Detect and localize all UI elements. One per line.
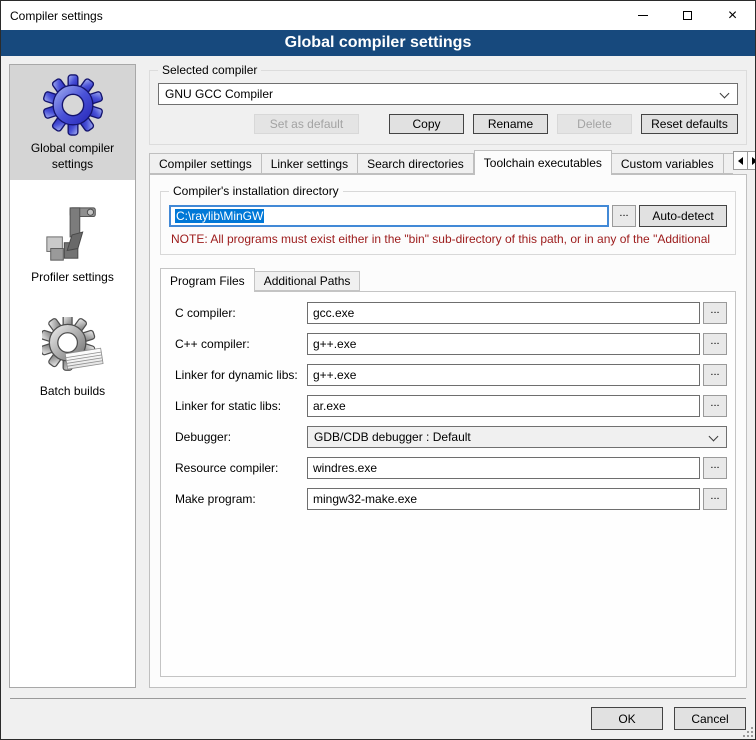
dynamic-linker-label: Linker for dynamic libs:	[175, 368, 307, 382]
dialog-content: Global compiler settings Profiler settin…	[1, 56, 755, 698]
static-linker-value: ar.exe	[313, 399, 346, 413]
c-compiler-value: gcc.exe	[313, 306, 354, 320]
resource-compiler-value: windres.exe	[313, 461, 377, 475]
title-bar: Compiler settings ×	[1, 1, 755, 30]
arrow-right-icon	[752, 157, 756, 165]
cpp-compiler-row: C++ compiler: g++.exe ...	[175, 333, 727, 355]
tab-linker-settings[interactable]: Linker settings	[262, 153, 358, 174]
debugger-label: Debugger:	[175, 430, 307, 444]
tab-scroll-controls	[733, 151, 756, 170]
make-program-input[interactable]: mingw32-make.exe	[307, 488, 700, 510]
installation-directory-row: C:\raylib\MinGW ... Auto-detect	[169, 205, 727, 227]
sidebar-item-label: Profiler settings	[14, 270, 131, 286]
maximize-icon	[683, 11, 692, 20]
blue-gear-icon	[42, 74, 104, 136]
make-program-value: mingw32-make.exe	[313, 492, 417, 506]
bin-subdirectory-note: NOTE: All programs must exist either in …	[171, 232, 725, 246]
sidebar-item-profiler-settings[interactable]: Profiler settings	[10, 194, 135, 294]
tab-additional-paths[interactable]: Additional Paths	[255, 271, 361, 291]
resource-compiler-label: Resource compiler:	[175, 461, 307, 475]
installation-directory-input[interactable]: C:\raylib\MinGW	[169, 205, 609, 227]
tab-search-directories[interactable]: Search directories	[358, 153, 474, 174]
tab-program-files[interactable]: Program Files	[160, 268, 255, 292]
close-icon: ×	[728, 8, 737, 24]
resource-compiler-row: Resource compiler: windres.exe ...	[175, 457, 727, 479]
c-compiler-input[interactable]: gcc.exe	[307, 302, 700, 324]
static-linker-browse-button[interactable]: ...	[703, 395, 727, 417]
make-program-row: Make program: mingw32-make.exe ...	[175, 488, 727, 510]
make-program-browse-button[interactable]: ...	[703, 488, 727, 510]
copy-button[interactable]: Copy	[389, 114, 464, 134]
gray-gear-stack-icon	[42, 317, 104, 379]
compiler-dropdown[interactable]: GNU GCC Compiler	[158, 83, 738, 105]
cpp-compiler-value: g++.exe	[313, 337, 356, 351]
settings-category-list: Global compiler settings Profiler settin…	[9, 64, 136, 688]
cpp-compiler-input[interactable]: g++.exe	[307, 333, 700, 355]
program-files-page: C compiler: gcc.exe ... C++ compiler: g+…	[160, 291, 736, 677]
tab-compiler-settings[interactable]: Compiler settings	[149, 153, 262, 174]
reset-defaults-button[interactable]: Reset defaults	[641, 114, 738, 134]
close-button[interactable]: ×	[710, 1, 755, 30]
tab-scroll-left-button[interactable]	[733, 151, 748, 170]
make-program-label: Make program:	[175, 492, 307, 506]
compiler-settings-dialog: Compiler settings × Global compiler sett…	[0, 0, 756, 740]
c-compiler-browse-button[interactable]: ...	[703, 302, 727, 324]
c-compiler-row: C compiler: gcc.exe ...	[175, 302, 727, 324]
set-as-default-button[interactable]: Set as default	[254, 114, 359, 134]
installation-directory-group-label: Compiler's installation directory	[169, 184, 343, 198]
caliper-icon	[42, 203, 104, 265]
sidebar-item-batch-builds[interactable]: Batch builds	[10, 308, 135, 408]
selected-compiler-group: Selected compiler GNU GCC Compiler Set a…	[149, 70, 747, 145]
cpp-compiler-browse-button[interactable]: ...	[703, 333, 727, 355]
minimize-button[interactable]	[620, 1, 665, 30]
chevron-down-icon	[720, 89, 730, 99]
auto-detect-button[interactable]: Auto-detect	[639, 205, 727, 227]
toolchain-subtabs: Program Files Additional Paths	[160, 268, 736, 291]
debugger-dropdown-value: GDB/CDB debugger : Default	[314, 430, 471, 444]
delete-button[interactable]: Delete	[557, 114, 632, 134]
static-linker-input[interactable]: ar.exe	[307, 395, 700, 417]
tab-toolchain-executables[interactable]: Toolchain executables	[474, 150, 612, 175]
chevron-down-icon	[709, 432, 719, 442]
cpp-compiler-label: C++ compiler:	[175, 337, 307, 351]
compiler-actions: Set as default Copy Rename Delete Reset …	[158, 114, 738, 134]
tab-scroll-right-button[interactable]	[748, 151, 756, 170]
arrow-left-icon	[738, 157, 743, 165]
dynamic-linker-browse-button[interactable]: ...	[703, 364, 727, 386]
global-compiler-settings-panel: Selected compiler GNU GCC Compiler Set a…	[149, 64, 747, 688]
resize-grip[interactable]	[743, 727, 753, 737]
dynamic-linker-row: Linker for dynamic libs: g++.exe ...	[175, 364, 727, 386]
maximize-button[interactable]	[665, 1, 710, 30]
compiler-dropdown-value: GNU GCC Compiler	[165, 87, 273, 101]
debugger-dropdown[interactable]: GDB/CDB debugger : Default	[307, 426, 727, 448]
selected-compiler-group-label: Selected compiler	[158, 63, 261, 77]
debugger-row: Debugger: GDB/CDB debugger : Default	[175, 426, 727, 448]
minimize-icon	[638, 15, 648, 16]
resource-compiler-browse-button[interactable]: ...	[703, 457, 727, 479]
ok-button[interactable]: OK	[591, 707, 663, 730]
static-linker-row: Linker for static libs: ar.exe ...	[175, 395, 727, 417]
page-title: Global compiler settings	[1, 30, 755, 56]
browse-directory-button[interactable]: ...	[612, 205, 636, 227]
static-linker-label: Linker for static libs:	[175, 399, 307, 413]
dynamic-linker-value: g++.exe	[313, 368, 356, 382]
sidebar-item-global-compiler-settings[interactable]: Global compiler settings	[10, 65, 135, 180]
dynamic-linker-input[interactable]: g++.exe	[307, 364, 700, 386]
cancel-button[interactable]: Cancel	[674, 707, 746, 730]
sidebar-item-label: Batch builds	[14, 384, 131, 400]
toolchain-executables-page: Compiler's installation directory C:\ray…	[149, 174, 747, 688]
rename-button[interactable]: Rename	[473, 114, 548, 134]
sidebar-item-label: Global compiler settings	[14, 141, 131, 172]
resource-compiler-input[interactable]: windres.exe	[307, 457, 700, 479]
c-compiler-label: C compiler:	[175, 306, 307, 320]
tab-custom-variables[interactable]: Custom variables	[612, 153, 724, 174]
window-controls: ×	[620, 1, 755, 30]
dialog-footer: OK Cancel	[10, 698, 746, 739]
settings-tabs: Compiler settings Linker settings Search…	[149, 150, 747, 174]
installation-directory-value: C:\raylib\MinGW	[175, 209, 264, 223]
installation-directory-group: Compiler's installation directory C:\ray…	[160, 191, 736, 255]
window-title: Compiler settings	[1, 9, 103, 23]
tab-build-options[interactable]: Build	[724, 153, 733, 174]
